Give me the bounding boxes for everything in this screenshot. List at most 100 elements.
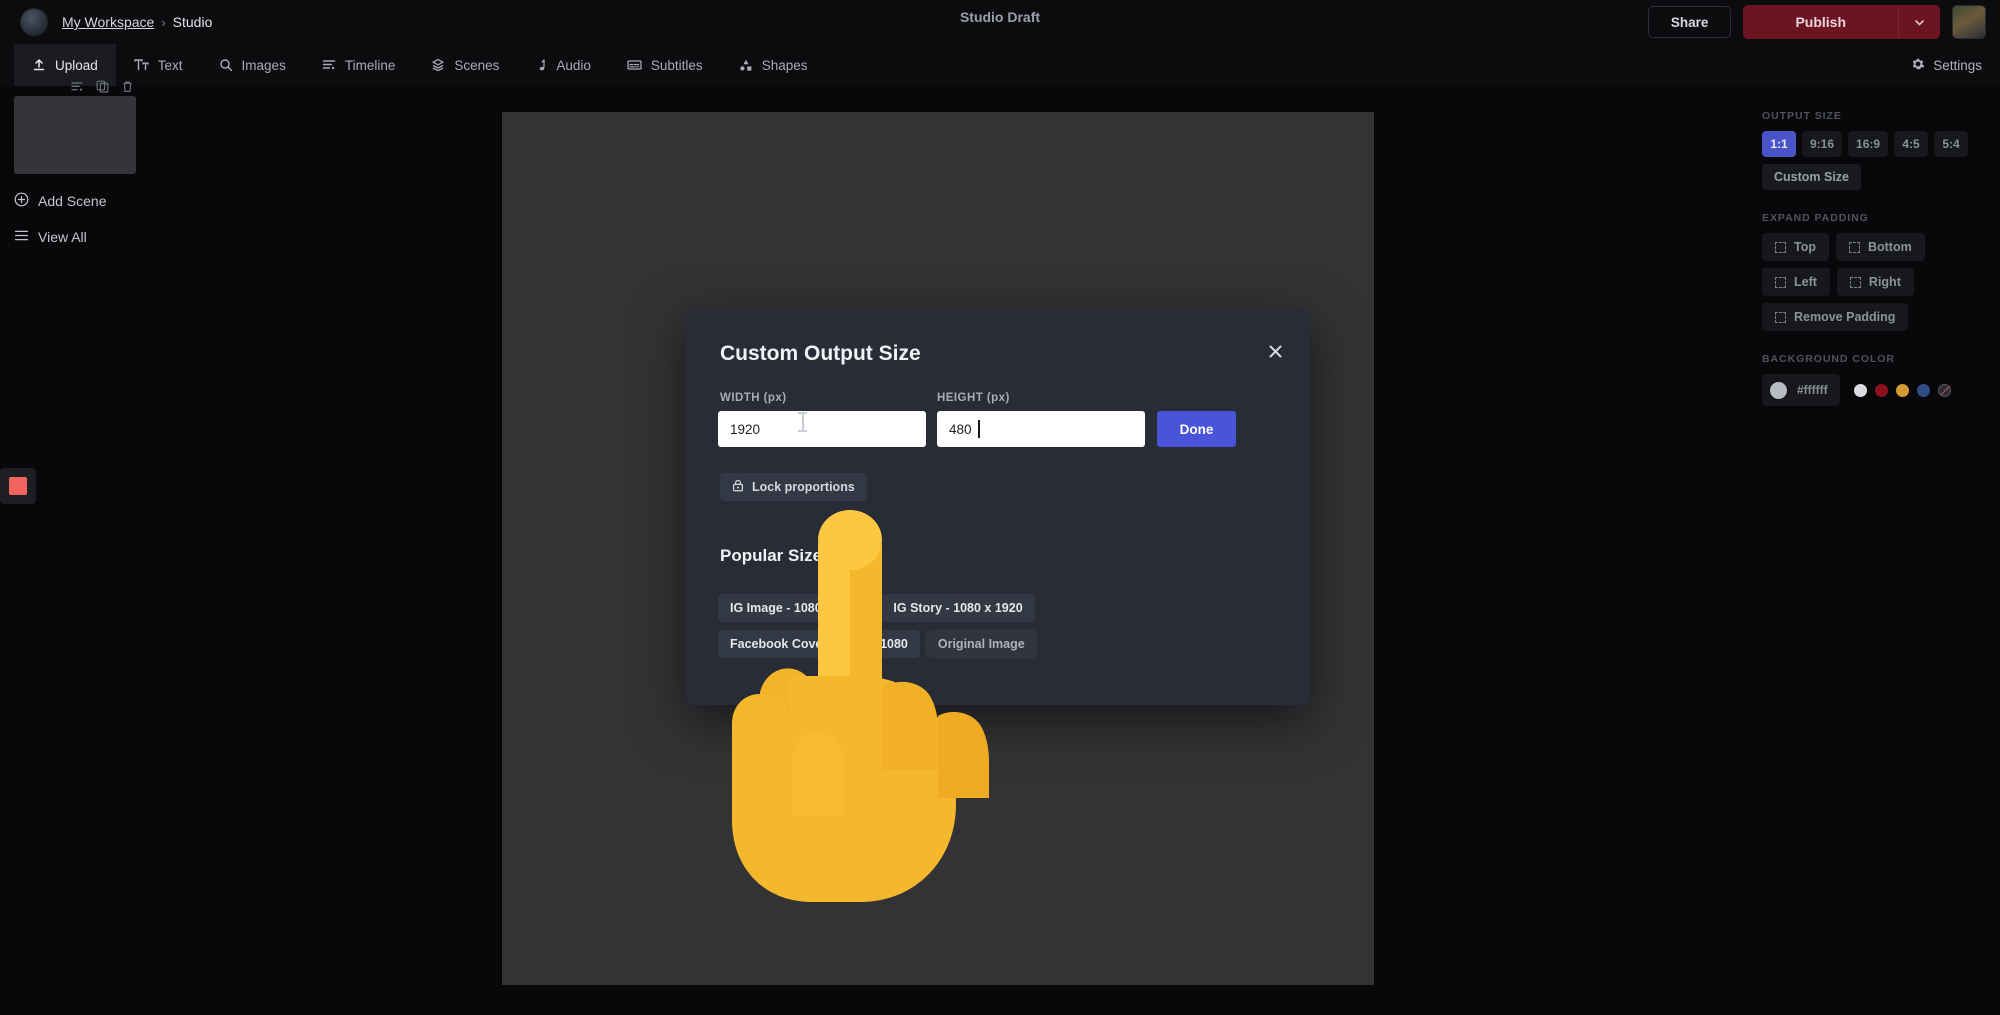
tab-images[interactable]: Images (201, 44, 304, 86)
scene-timeline-icon[interactable] (71, 80, 84, 98)
tab-subtitles[interactable]: Subtitles (609, 44, 721, 86)
list-icon (14, 228, 29, 246)
preset-row-1: IG Image - 1080 x 1350 IG Story - 1080 x… (718, 594, 1298, 622)
ratio-chip-5-4[interactable]: 5:4 (1934, 131, 1969, 157)
add-scene-label: Add Scene (38, 193, 107, 209)
view-all-label: View All (38, 229, 87, 245)
expand-padding-label: EXPAND PADDING (1762, 212, 1869, 224)
background-color-label: BACKGROUND COLOR (1762, 353, 1895, 365)
preset-facebook-cover[interactable]: Facebook Cover - 1080 x 1080 (718, 630, 920, 658)
breadcrumb-current: Studio (172, 14, 213, 30)
dialog-title: Custom Output Size (720, 342, 921, 365)
palette-swatch-white[interactable] (1853, 383, 1867, 397)
height-field-label: HEIGHT (px) (937, 392, 1010, 404)
preset-ig-image[interactable]: IG Image - 1080 x 1350 (718, 594, 876, 622)
scenes-icon (431, 58, 445, 72)
tab-timeline-label: Timeline (344, 57, 396, 73)
ratio-chip-4-5[interactable]: 4:5 (1894, 131, 1929, 157)
scene-card-actions (71, 80, 134, 98)
remove-padding-label: Remove Padding (1794, 310, 1896, 324)
tab-audio[interactable]: Audio (517, 44, 609, 86)
plus-circle-icon (14, 192, 29, 210)
tab-upload-label: Upload (55, 57, 98, 73)
palette-swatch-blue[interactable] (1916, 383, 1930, 397)
padding-left-button[interactable]: Left (1762, 268, 1830, 296)
color-preview-dot (1770, 381, 1787, 399)
tab-shapes[interactable]: Shapes (721, 44, 826, 86)
ratio-chip-9-16[interactable]: 9:16 (1802, 131, 1843, 157)
avatar[interactable] (1952, 5, 1986, 39)
palette-swatch-gold[interactable] (1895, 383, 1909, 397)
color-palette (1853, 383, 1951, 397)
shapes-icon (739, 58, 753, 72)
tab-timeline[interactable]: Timeline (304, 44, 414, 86)
padding-top-button[interactable]: Top (1762, 233, 1829, 261)
breadcrumb-separator: › (161, 14, 166, 30)
tool-tabs: Upload Text Images Timeline Scenes Audio… (0, 44, 2000, 86)
padding-top-label: Top (1794, 240, 1816, 254)
dashed-square-icon (1775, 311, 1786, 323)
tab-scenes[interactable]: Scenes (413, 44, 517, 86)
settings-button[interactable]: Settings (1911, 44, 1982, 86)
tab-images-label: Images (241, 57, 286, 73)
padding-left-label: Left (1794, 275, 1817, 289)
preset-original-image[interactable]: Original Image (925, 630, 1037, 658)
scene-delete-icon[interactable] (121, 80, 134, 98)
padding-right-label: Right (1868, 275, 1901, 289)
preset-ig-story[interactable]: IG Story - 1080 x 1920 (881, 594, 1035, 622)
background-color-row: #ffffff (1762, 374, 1982, 406)
add-scene-button[interactable]: Add Scene (14, 192, 180, 210)
popular-sizes-heading: Popular Sizes (720, 546, 832, 565)
text-caret (978, 420, 980, 438)
tab-audio-label: Audio (556, 57, 591, 73)
output-size-label: OUTPUT SIZE (1762, 110, 1842, 122)
tab-text-label: Text (157, 57, 183, 73)
share-button[interactable]: Share (1647, 6, 1732, 38)
tab-scenes-label: Scenes (454, 57, 500, 73)
dashed-square-icon (1775, 241, 1786, 253)
lock-icon (732, 479, 744, 495)
dashed-square-icon (1848, 241, 1860, 253)
done-button[interactable]: Done (1157, 411, 1236, 447)
right-properties-panel: OUTPUT SIZE 1:1 9:16 16:9 4:5 5:4 Custom… (1744, 96, 2000, 420)
layer-color-swatch[interactable] (0, 468, 36, 504)
scene-thumbnail[interactable] (14, 96, 136, 174)
top-bar-actions: Share Publish (1647, 5, 1986, 39)
breadcrumb: My Workspace › Studio (62, 14, 212, 30)
scenes-rail: Add Scene View All (0, 80, 180, 504)
breadcrumb-workspace[interactable]: My Workspace (62, 14, 154, 30)
width-input[interactable] (718, 411, 926, 447)
subtitles-icon (627, 58, 642, 72)
padding-bottom-button[interactable]: Bottom (1835, 233, 1925, 261)
ratio-chip-row: 1:1 9:16 16:9 4:5 5:4 (1762, 131, 1982, 157)
workspace-avatar[interactable] (20, 8, 48, 36)
height-input[interactable] (937, 411, 1145, 447)
publish-button[interactable]: Publish (1743, 5, 1898, 39)
close-icon[interactable] (1262, 338, 1288, 364)
dashed-square-icon (1775, 276, 1786, 288)
ratio-chip-1-1[interactable]: 1:1 (1762, 131, 1796, 157)
lock-proportions-label: Lock proportions (752, 480, 855, 494)
background-hex-value: #ffffff (1797, 383, 1828, 397)
palette-swatch-transparent[interactable] (1937, 383, 1951, 397)
app-root: My Workspace › Studio Studio Draft Share… (0, 0, 2000, 1015)
search-icon (219, 58, 233, 72)
view-all-button[interactable]: View All (14, 228, 180, 246)
scene-card (14, 80, 136, 174)
scene-duplicate-icon[interactable] (96, 80, 109, 98)
ratio-chip-16-9[interactable]: 16:9 (1848, 131, 1889, 157)
palette-swatch-red[interactable] (1874, 383, 1888, 397)
background-color-picker[interactable]: #ffffff (1762, 374, 1840, 406)
upload-icon (32, 58, 46, 72)
padding-right-button[interactable]: Right (1836, 268, 1914, 296)
timeline-icon (322, 58, 336, 72)
chevron-down-icon[interactable] (1898, 5, 1940, 39)
preset-row-2: Facebook Cover - 1080 x 1080 Original Im… (718, 630, 1298, 658)
tab-shapes-label: Shapes (761, 57, 808, 73)
custom-size-button[interactable]: Custom Size (1762, 164, 1862, 190)
lock-proportions-button[interactable]: Lock proportions (720, 473, 867, 501)
dashed-square-icon (1849, 276, 1861, 288)
remove-padding-button[interactable]: Remove Padding (1762, 303, 1909, 331)
width-field-label: WIDTH (px) (720, 392, 787, 404)
popular-presets: IG Image - 1080 x 1350 IG Story - 1080 x… (718, 594, 1298, 666)
